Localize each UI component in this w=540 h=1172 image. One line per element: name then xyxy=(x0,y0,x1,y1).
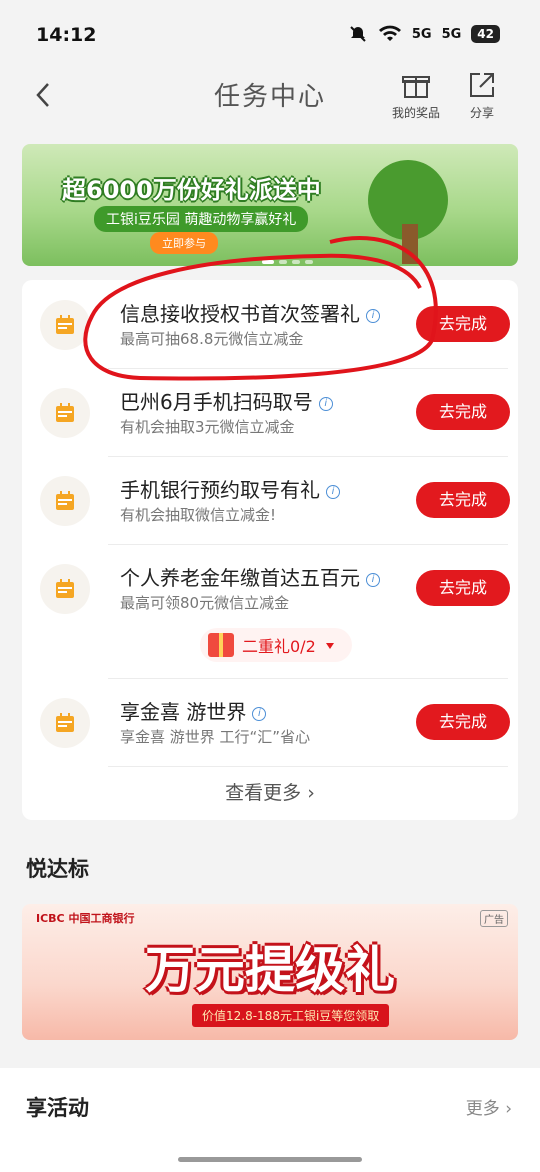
wifi-icon xyxy=(378,25,401,41)
bank-logo: ICBC 中国工商银行 xyxy=(36,912,135,925)
task-desc: 最高可领80元微信立减金 xyxy=(120,594,290,612)
mute-icon xyxy=(350,26,366,42)
calendar-icon xyxy=(40,564,90,614)
task-name: 享金喜 游世界 xyxy=(120,700,247,724)
calendar-icon xyxy=(40,476,90,526)
more-label: 更多 xyxy=(465,1099,500,1119)
battery-icon: 42 xyxy=(471,25,500,43)
see-more-label: 查看更多 xyxy=(225,782,302,804)
task-name: 手机银行预约取号有礼 xyxy=(120,478,320,502)
ad-subline: 价值12.8-188元工银i豆等您领取 xyxy=(192,1004,390,1027)
signal-5g-icon-2: 5G xyxy=(441,26,462,42)
double-gift-label: 二重礼0/2 xyxy=(242,637,316,656)
see-more-link[interactable]: 查看更多 › xyxy=(22,778,518,805)
info-icon[interactable]: i xyxy=(326,484,340,499)
ad-tag: 广告 xyxy=(480,910,508,927)
chevron-down-icon xyxy=(325,643,334,649)
more-activities-link[interactable]: 更多 › xyxy=(466,1094,512,1119)
ad-banner[interactable]: ICBC 中国工商银行 广告 万元提级礼 价值12.8-188元工银i豆等您领取 xyxy=(22,904,518,1040)
section-title-yuedabiao: 悦达标 xyxy=(26,857,89,881)
gift-box-icon xyxy=(208,633,234,657)
complete-button[interactable]: 去完成 xyxy=(416,570,510,606)
banner-headline: 超6000万份好礼派送中 xyxy=(62,176,321,204)
info-icon[interactable]: i xyxy=(252,706,267,721)
gift-icon xyxy=(402,76,430,98)
task-desc: 有机会抽取微信立减金! xyxy=(120,506,277,524)
section-title-activities: 享活动 xyxy=(26,1096,89,1120)
ad-headline: 万元提级礼 xyxy=(145,941,395,999)
home-indicator[interactable] xyxy=(178,1157,362,1162)
share-icon xyxy=(470,73,494,97)
share-label: 分享 xyxy=(469,106,494,120)
complete-button[interactable]: 去完成 xyxy=(416,704,510,740)
task-row: 享金喜 游世界 i 享金喜 游世界 工行“汇”省心 去完成 xyxy=(22,678,518,766)
my-prizes-button[interactable]: 我的奖品 xyxy=(386,70,446,121)
red-circle-annotation xyxy=(83,236,438,381)
signal-5g-icon: 5G xyxy=(411,26,432,42)
status-bar: 14:12 5G 5G 42 xyxy=(0,0,540,72)
calendar-icon xyxy=(40,698,90,748)
my-prizes-label: 我的奖品 xyxy=(391,106,440,120)
task-desc: 有机会抽取3元微信立减金 xyxy=(120,418,295,436)
task-desc: 享金喜 游世界 工行“汇”省心 xyxy=(120,728,311,746)
complete-button[interactable]: 去完成 xyxy=(416,482,510,518)
task-row: 手机银行预约取号有礼 i 有机会抽取微信立减金! 去完成 xyxy=(22,456,518,544)
status-icons: 5G 5G 42 xyxy=(348,24,500,44)
status-time: 14:12 xyxy=(36,24,97,46)
double-gift-badge[interactable]: 二重礼0/2 xyxy=(200,628,352,662)
info-icon[interactable]: i xyxy=(366,572,380,587)
share-button[interactable]: 分享 xyxy=(452,70,512,121)
task-name: 个人养老金年缴首达五百元 xyxy=(120,566,360,590)
